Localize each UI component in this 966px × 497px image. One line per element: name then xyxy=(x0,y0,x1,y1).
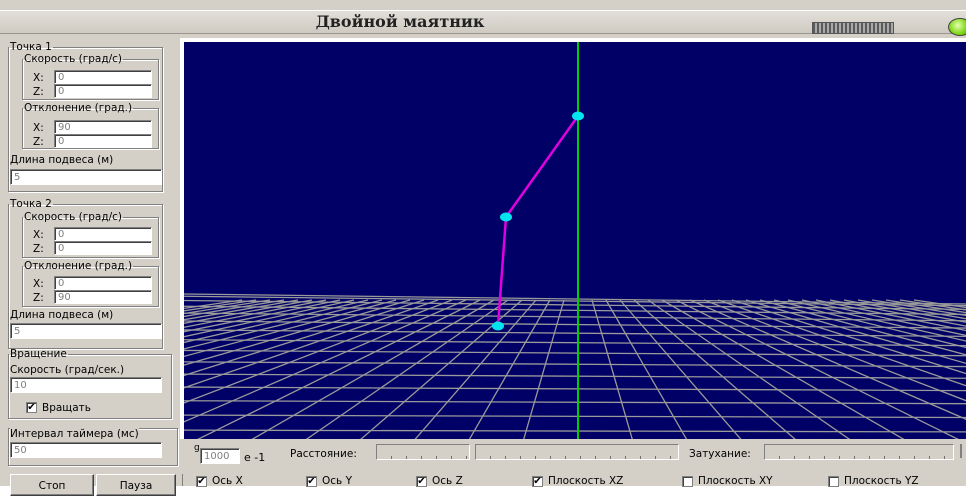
point2-deviation-x-label: X: xyxy=(33,278,44,290)
grid-column-line xyxy=(647,299,851,439)
rotation-legend: Вращение xyxy=(10,348,67,360)
gravity-input[interactable]: 1000 xyxy=(200,448,240,464)
distance-slider-a[interactable] xyxy=(376,444,470,460)
damping-slider-edge xyxy=(960,444,962,458)
grid-row-line xyxy=(184,400,966,405)
pendulum-rod-1 xyxy=(504,115,580,218)
timer-input[interactable]: 50 xyxy=(10,442,162,458)
point1-speed-z-input[interactable]: 0 xyxy=(54,84,152,98)
point2-speed-x-input[interactable]: 0 xyxy=(54,227,152,241)
point2-speed-x-label: X: xyxy=(33,229,44,241)
point1-deviation-legend: Отклонение (град.) xyxy=(24,102,133,114)
point2-speed-legend: Скорость (град/с) xyxy=(24,211,122,223)
window-title: Двойной маятник xyxy=(315,12,485,31)
grid-column-line xyxy=(633,299,796,439)
gravity-label: g xyxy=(194,443,200,453)
point2-speed-z-input[interactable]: 0 xyxy=(54,241,152,255)
plane-yz-checkbox[interactable] xyxy=(828,476,839,487)
distance-slider-b[interactable] xyxy=(475,444,679,460)
plane-yz-label: Плоскость YZ xyxy=(844,475,919,487)
point2-speed-z-label: Z: xyxy=(33,243,44,255)
grid-column-line xyxy=(605,299,688,439)
damping-slider[interactable] xyxy=(764,444,954,460)
point2-legend: Точка 2 xyxy=(10,198,52,210)
grid-column-line xyxy=(305,299,509,439)
point1-length-label: Длина подвеса (м) xyxy=(10,154,114,166)
point1-deviation-z-input[interactable]: 0 xyxy=(54,134,152,148)
plane-xy-label: Плоскость XY xyxy=(698,475,773,487)
bottom-panel: g 1000 е -1 Расстояние: Затухание: ✔ Ось… xyxy=(180,439,966,487)
rotation-speed-input[interactable]: 10 xyxy=(10,377,162,393)
grid-row-line xyxy=(184,373,966,379)
point1-legend: Точка 1 xyxy=(10,41,52,53)
bob-1 xyxy=(500,212,512,222)
axis-x-checkbox[interactable]: ✔ xyxy=(196,476,207,487)
pendulum-viewport[interactable] xyxy=(184,42,966,439)
grid-column-line xyxy=(468,299,551,439)
control-panel: Точка 1 Скорость (град/с) X: 0 Z: 0 Откл… xyxy=(0,38,180,496)
grid-row-line xyxy=(184,429,966,433)
pause-button[interactable]: Пауза xyxy=(96,474,176,496)
axis-z-label: Ось Z xyxy=(432,475,463,487)
grid-row-line xyxy=(184,414,966,419)
pendulum-scene xyxy=(184,42,966,439)
point2-length-label: Длина подвеса (м) xyxy=(10,309,114,321)
axis-y-checkbox[interactable]: ✔ xyxy=(306,476,317,487)
stop-button[interactable]: Стоп xyxy=(10,474,94,496)
point2-deviation-legend: Отклонение (град.) xyxy=(24,260,133,272)
grid-column-line xyxy=(523,299,565,439)
rotate-checkbox-label: Вращать xyxy=(42,402,91,414)
xz-plane-grid xyxy=(184,293,966,439)
point1-speed-legend: Скорость (град/с) xyxy=(24,53,122,65)
title-bar: Двойной маятник xyxy=(0,0,966,38)
plane-xz-checkbox[interactable]: ✔ xyxy=(532,476,543,487)
point2-deviation-z-label: Z: xyxy=(33,292,44,304)
point1-speed-x-input[interactable]: 0 xyxy=(54,70,152,84)
point1-length-input[interactable]: 5 xyxy=(10,169,162,185)
point1-speed-x-label: X: xyxy=(33,72,44,84)
pivot-bob xyxy=(572,111,584,121)
point1-deviation-z-label: Z: xyxy=(33,136,44,148)
bob-2 xyxy=(492,321,504,331)
grid-column-line xyxy=(591,299,633,439)
point1-deviation-x-label: X: xyxy=(33,122,44,134)
axis-x-label: Ось X xyxy=(212,475,243,487)
point1-deviation-x-input[interactable]: 90 xyxy=(54,120,152,134)
plane-xy-checkbox[interactable] xyxy=(682,476,693,487)
plane-xz-label: Плоскость XZ xyxy=(548,475,624,487)
gravity-exponent-label: е -1 xyxy=(244,451,266,464)
title-pattern-decoration xyxy=(812,22,894,34)
grid-column-line xyxy=(360,299,523,439)
point2-length-input[interactable]: 5 xyxy=(10,323,162,339)
grid-row-line xyxy=(184,361,966,368)
damping-label: Затухание: xyxy=(689,448,751,460)
point1-speed-z-label: Z: xyxy=(33,86,44,98)
rotate-checkbox[interactable]: ✔ xyxy=(26,402,37,413)
distance-label: Расстояние: xyxy=(290,448,357,460)
bottom-divider xyxy=(182,474,183,486)
point2-deviation-z-input[interactable]: 90 xyxy=(54,290,152,304)
status-light-icon[interactable] xyxy=(948,18,966,36)
point2-deviation-x-input[interactable]: 0 xyxy=(54,276,152,290)
axis-z-checkbox[interactable]: ✔ xyxy=(416,476,427,487)
axis-y-label: Ось Y xyxy=(322,475,352,487)
timer-label: Интервал таймера (мс) xyxy=(10,428,139,440)
rotation-speed-label: Скорость (град/сек.) xyxy=(10,364,125,376)
